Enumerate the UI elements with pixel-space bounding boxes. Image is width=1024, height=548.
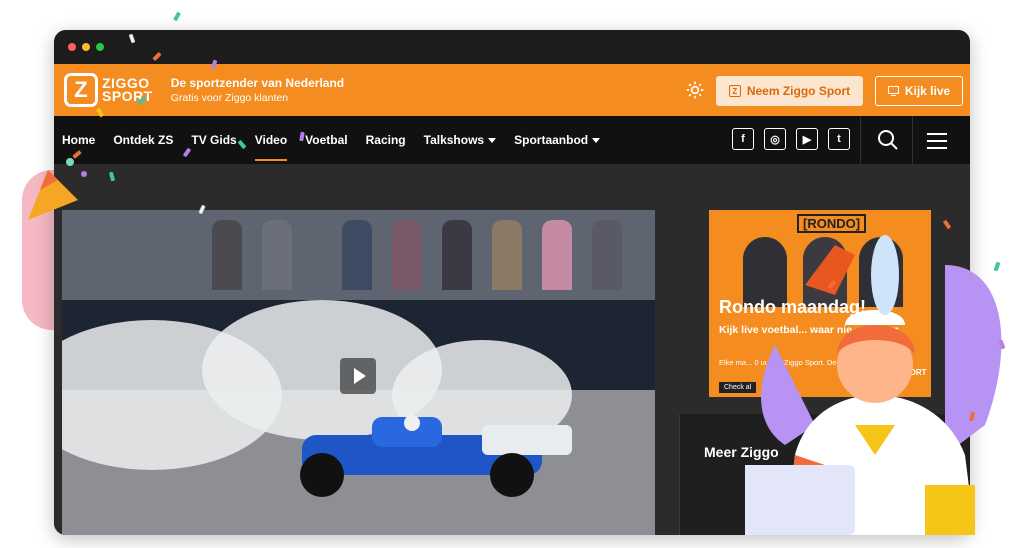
nav-item-tv-gids[interactable]: TV Gids (191, 127, 236, 153)
nav-item-talkshows[interactable]: Talkshows (423, 127, 497, 153)
window-chrome (54, 30, 970, 64)
nav-divider (860, 116, 861, 164)
nav-item-sportaanbod-label: Sportaanbod (514, 133, 589, 147)
tv-icon (887, 86, 899, 96)
race-car-image (300, 415, 572, 497)
fan-character-illustration (745, 235, 1002, 535)
party-popper-illustration (28, 158, 87, 220)
confetti (173, 11, 181, 22)
tagline: De sportzender van Nederland Gratis voor… (171, 76, 344, 104)
nav-item-racing[interactable]: Racing (366, 127, 406, 153)
main-nav: Home Ontdek ZS TV Gids Video Voetbal Rac… (54, 116, 970, 164)
maximize-dot[interactable] (96, 43, 104, 51)
nav-item-ontdek-zs[interactable]: Ontdek ZS (113, 127, 173, 153)
tagline-title: De sportzender van Nederland (170, 76, 345, 90)
chevron-down-icon (592, 138, 601, 144)
screenshot-stage: Z ZIGGO SPORT De sportzender van Nederla… (0, 0, 1024, 548)
minimize-dot[interactable] (82, 43, 90, 51)
instagram-icon[interactable]: ◎ (764, 128, 786, 150)
play-button[interactable] (340, 358, 376, 394)
video-crowd (62, 210, 655, 300)
hamburger-menu-icon[interactable] (927, 133, 947, 154)
youtube-icon[interactable]: ▶ (796, 128, 818, 150)
nav-item-sportaanbod[interactable]: Sportaanbod (514, 127, 601, 153)
kijk-live-label: Kijk live (904, 84, 951, 98)
logo-mark: Z (64, 73, 98, 107)
twitter-icon[interactable]: t (828, 128, 850, 150)
nav-items: Home Ontdek ZS TV Gids Video Voetbal Rac… (62, 127, 601, 161)
tagline-subtitle: Gratis voor Ziggo klanten (170, 92, 289, 104)
nav-divider (912, 116, 913, 164)
facebook-icon[interactable]: f (732, 128, 754, 150)
neem-ziggo-sport-button[interactable]: Z Neem Ziggo Sport (716, 76, 863, 106)
video-player[interactable] (62, 210, 655, 535)
close-dot[interactable] (68, 43, 76, 51)
nav-item-talkshows-label: Talkshows (423, 133, 485, 147)
chevron-down-icon (488, 138, 497, 144)
search-icon[interactable] (877, 129, 899, 151)
nav-item-video[interactable]: Video (254, 127, 288, 161)
gear-icon[interactable] (685, 80, 705, 100)
neem-label: Neem Ziggo Sport (746, 84, 851, 98)
social-links: f ◎ ▶ t (732, 128, 850, 150)
nav-item-voetbal[interactable]: Voetbal (305, 127, 347, 153)
kijk-live-button[interactable]: Kijk live (875, 76, 963, 106)
top-bar: Z ZIGGO SPORT De sportzender van Nederla… (54, 64, 970, 116)
ziggo-z-icon: Z (728, 85, 741, 97)
